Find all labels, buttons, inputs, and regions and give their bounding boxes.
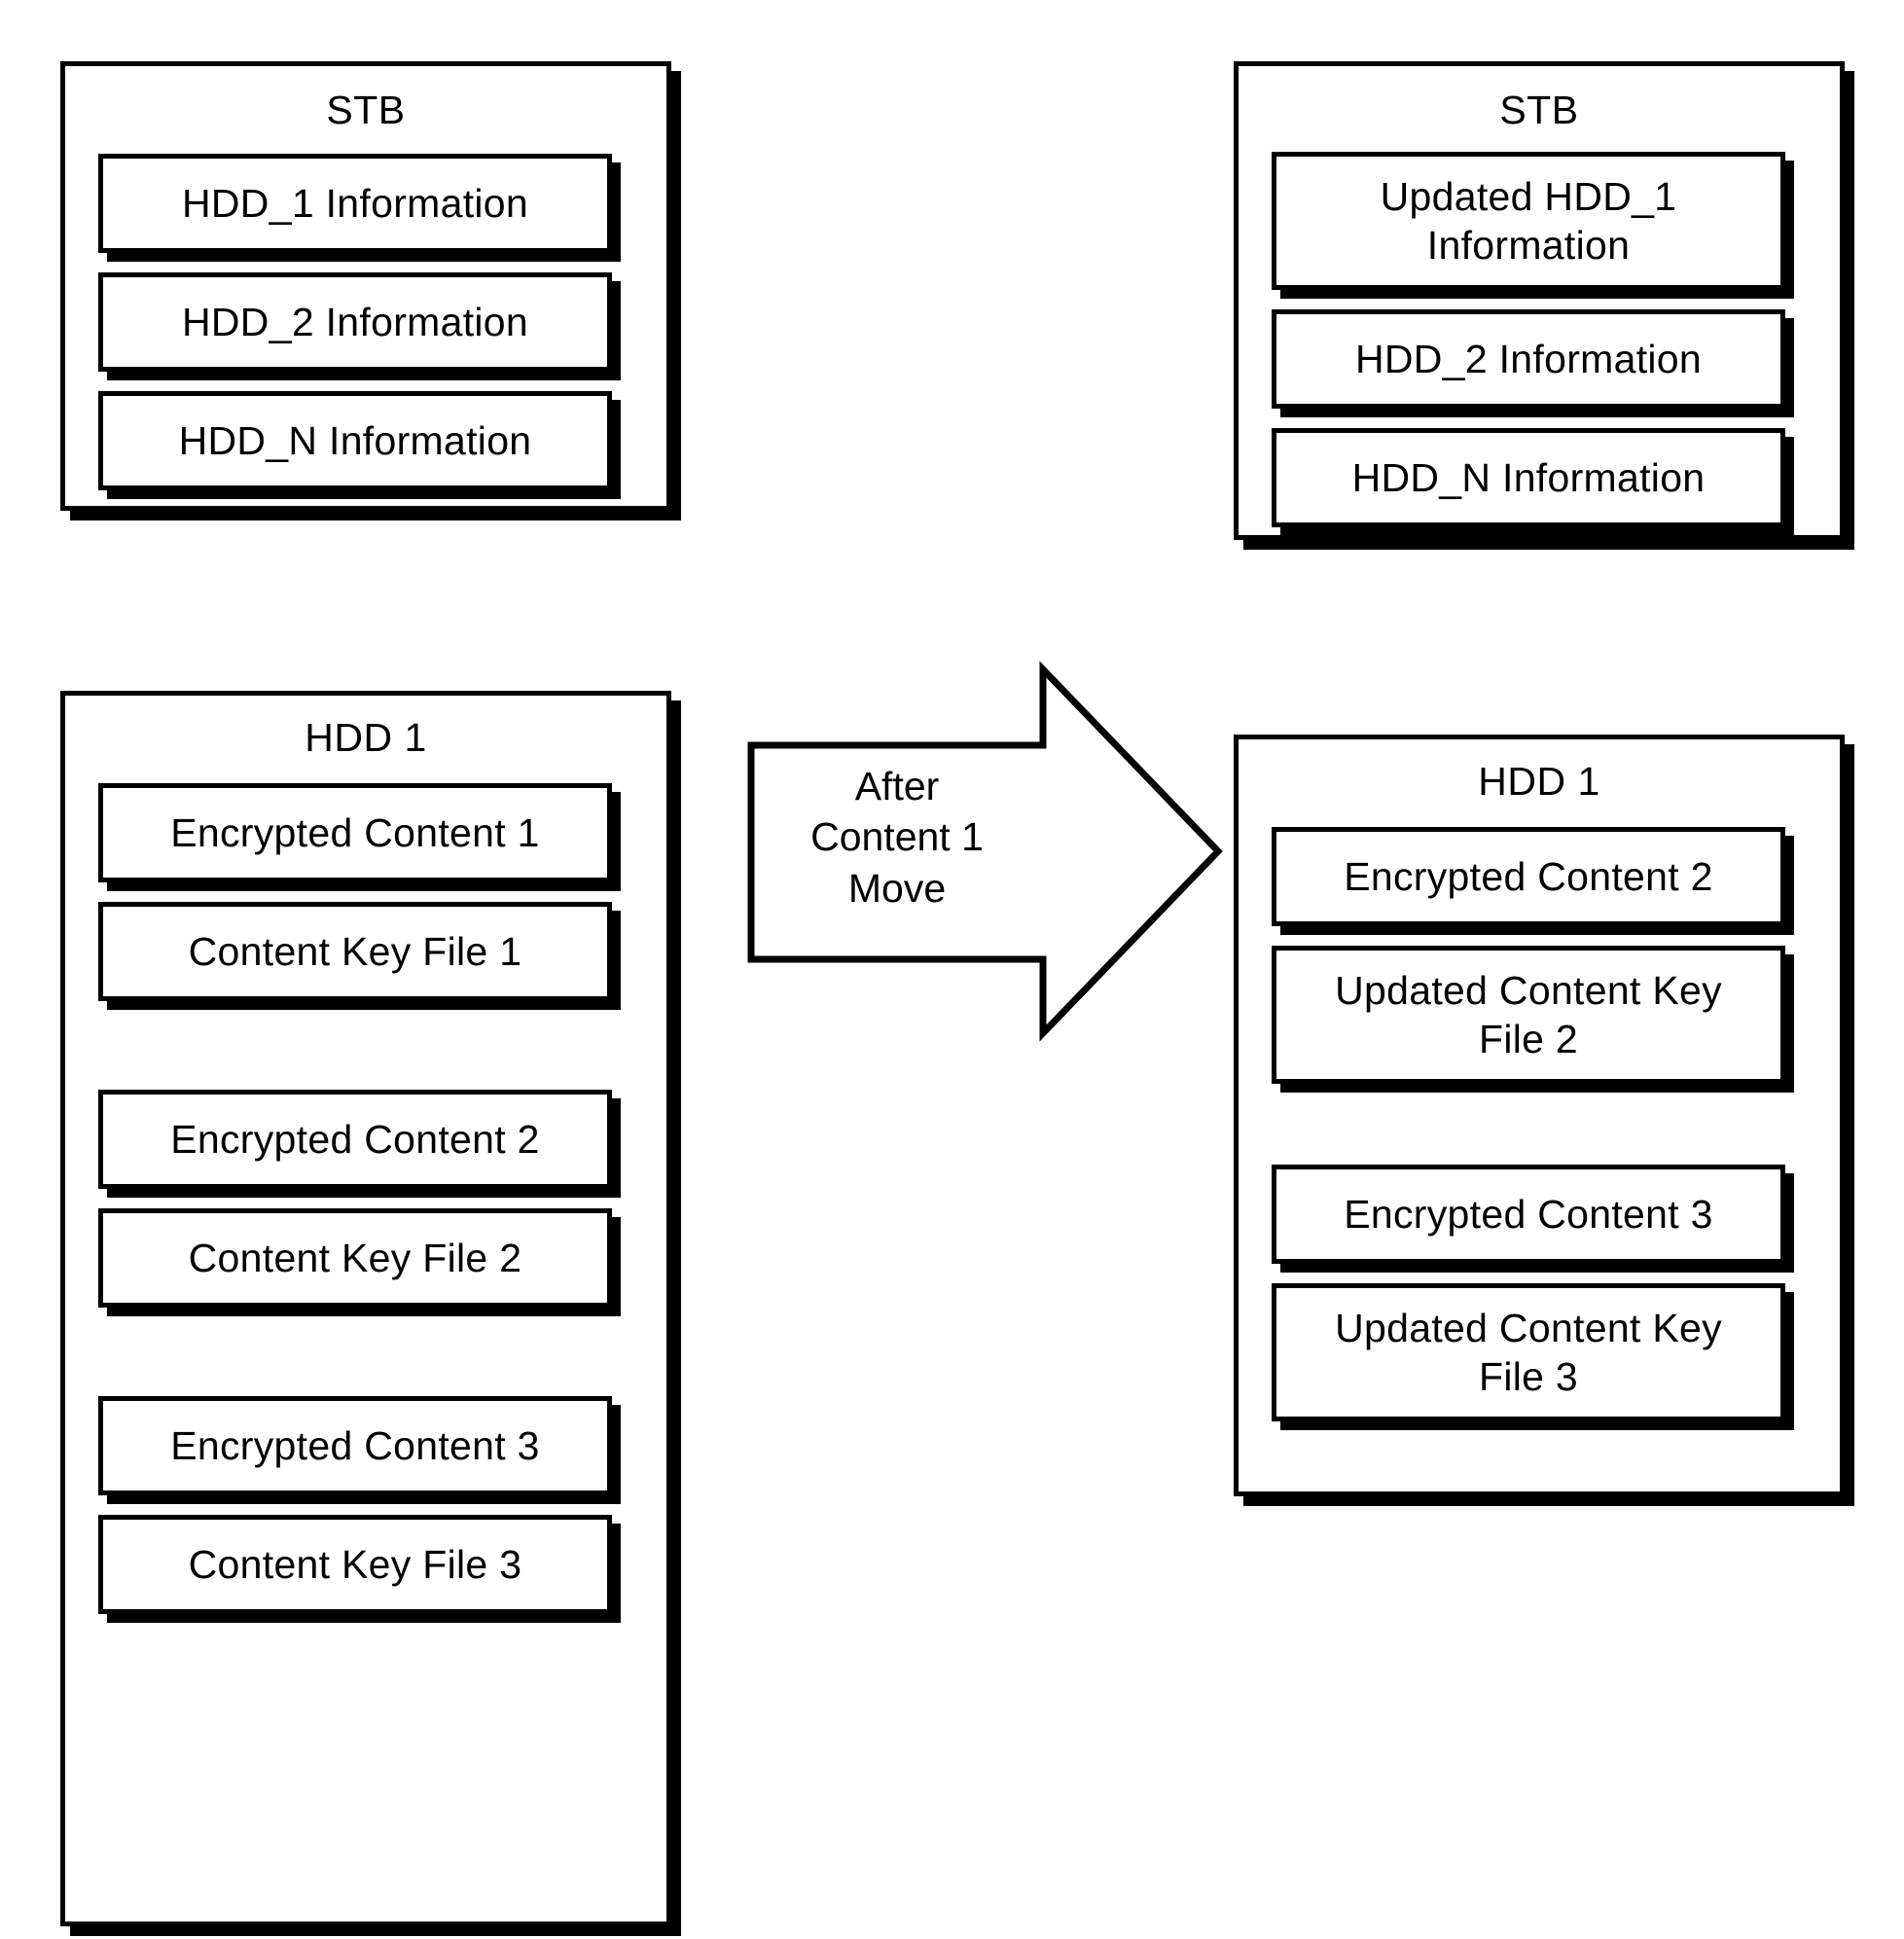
after-hdd-item-uckf2-label: Updated Content Key File 2 xyxy=(1335,967,1722,1061)
after-stb-panel: STB Updated HDD_1 Information HDD_2 Info… xyxy=(1234,61,1845,540)
after-hdd-item-uckf3: Updated Content Key File 3 xyxy=(1272,1283,1785,1421)
before-stb-panel: STB HDD_1 Information HDD_2 Information … xyxy=(60,61,671,511)
after-stb-item-hddn: HDD_N Information xyxy=(1272,428,1785,527)
before-hdd-item-ckf1: Content Key File 1 xyxy=(98,902,612,1001)
after-hdd-item-ec3-label: Encrypted Content 3 xyxy=(1344,1191,1713,1237)
before-hdd-panel: HDD 1 Encrypted Content 1 Content Key Fi… xyxy=(60,691,671,1926)
before-stb-title: STB xyxy=(326,88,406,132)
after-stb-title: STB xyxy=(1499,88,1579,132)
before-hdd-title: HDD 1 xyxy=(305,715,427,760)
before-hdd-item-ec1: Encrypted Content 1 xyxy=(98,783,612,882)
after-stb-item-updated-hdd1-label: Updated HDD_1 Information xyxy=(1380,173,1677,268)
after-hdd-item-ec2-label: Encrypted Content 2 xyxy=(1344,853,1713,899)
before-stb-item-hdd1: HDD_1 Information xyxy=(98,154,612,253)
before-stb-item-hdd1-label: HDD_1 Information xyxy=(181,180,529,226)
after-stb-item-hdd2-label: HDD_2 Information xyxy=(1354,336,1703,381)
before-hdd-item-ec1-label: Encrypted Content 1 xyxy=(170,809,540,855)
after-stb-item-hdd2: HDD_2 Information xyxy=(1272,309,1785,409)
after-hdd-item-ec3: Encrypted Content 3 xyxy=(1272,1165,1785,1264)
after-stb-item-hddn-label: HDD_N Information xyxy=(1351,454,1706,500)
before-hdd-item-ec2: Encrypted Content 2 xyxy=(98,1090,612,1189)
before-hdd-item-ckf2-label: Content Key File 2 xyxy=(188,1235,522,1280)
after-stb-item-updated-hdd1: Updated HDD_1 Information xyxy=(1272,152,1785,290)
transition-arrow: After Content 1 Move xyxy=(739,652,1226,1051)
after-hdd-item-uckf3-label: Updated Content Key File 3 xyxy=(1335,1305,1722,1399)
after-hdd-title: HDD 1 xyxy=(1478,759,1600,804)
block-arrow-icon xyxy=(747,661,1223,1042)
before-hdd-item-ec2-label: Encrypted Content 2 xyxy=(170,1116,540,1162)
after-hdd-item-uckf2: Updated Content Key File 2 xyxy=(1272,946,1785,1084)
before-stb-item-hddn: HDD_N Information xyxy=(98,391,612,490)
before-hdd-item-ckf2: Content Key File 2 xyxy=(98,1208,612,1308)
before-stb-item-hdd2: HDD_2 Information xyxy=(98,272,612,372)
transition-arrow-shape xyxy=(747,661,1223,1042)
before-hdd-item-ckf3: Content Key File 3 xyxy=(98,1515,612,1614)
before-stb-item-hddn-label: HDD_N Information xyxy=(178,417,532,463)
after-hdd-panel: HDD 1 Encrypted Content 2 Updated Conten… xyxy=(1234,735,1845,1496)
after-hdd-item-ec2: Encrypted Content 2 xyxy=(1272,827,1785,926)
before-hdd-item-ec3-label: Encrypted Content 3 xyxy=(170,1422,540,1468)
before-hdd-item-ckf3-label: Content Key File 3 xyxy=(188,1541,522,1587)
before-hdd-item-ec3: Encrypted Content 3 xyxy=(98,1396,612,1495)
before-stb-item-hdd2-label: HDD_2 Information xyxy=(181,299,529,344)
before-hdd-item-ckf1-label: Content Key File 1 xyxy=(188,928,522,974)
diagram-canvas: STB HDD_1 Information HDD_2 Information … xyxy=(0,0,1904,1939)
